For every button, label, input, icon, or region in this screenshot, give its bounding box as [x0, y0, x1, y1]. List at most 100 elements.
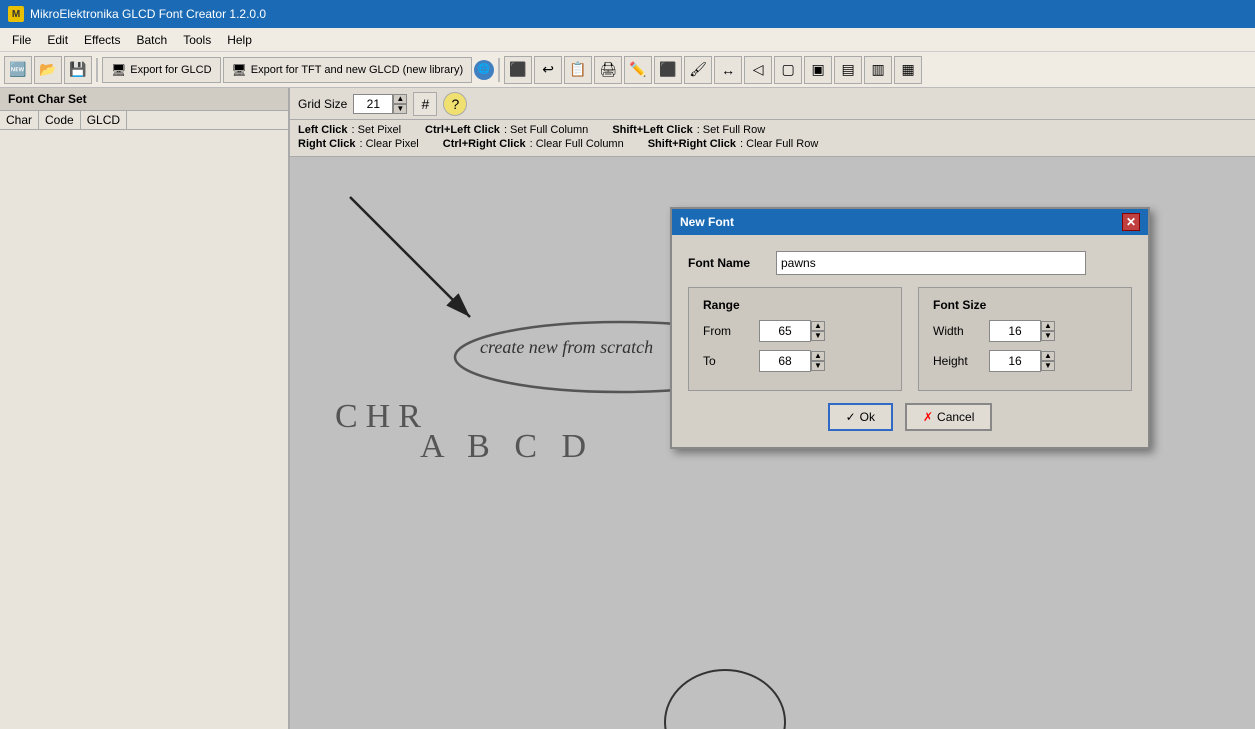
dialog-buttons: ✓ Ok ✗ Cancel	[688, 403, 1132, 431]
tb-icon-2[interactable]: ↩	[534, 56, 562, 84]
toolbar-separator-1	[96, 58, 98, 82]
width-down[interactable]: ▼	[1041, 331, 1055, 341]
hint-row-1: Left Click : Set Pixel Ctrl+Left Click :…	[298, 124, 1247, 136]
hint-shift-right: Shift+Right Click : Clear Full Row	[648, 138, 819, 150]
from-label: From	[703, 324, 753, 338]
to-row: To 68 ▲ ▼	[703, 350, 887, 372]
font-name-row: Font Name pawns	[688, 251, 1132, 275]
new-button[interactable]: 🆕	[4, 56, 32, 84]
tb-icon-3[interactable]: 📋	[564, 56, 592, 84]
to-spinner[interactable]: 68 ▲ ▼	[759, 350, 825, 372]
menu-tools[interactable]: Tools	[175, 31, 219, 49]
from-spinner[interactable]: 65 ▲ ▼	[759, 320, 825, 342]
canvas-area[interactable]: CHR A B C D create new from scratch New …	[290, 157, 1255, 729]
to-down[interactable]: ▼	[811, 361, 825, 371]
from-down[interactable]: ▼	[811, 331, 825, 341]
cancel-button[interactable]: ✗ Cancel	[905, 403, 992, 431]
app-title: MikroElektronika GLCD Font Creator 1.2.0…	[30, 7, 266, 21]
height-down[interactable]: ▼	[1041, 361, 1055, 371]
grid-size-up[interactable]: ▲	[393, 94, 407, 104]
from-row: From 65 ▲ ▼	[703, 320, 887, 342]
tb-icon-9[interactable]: ◁	[744, 56, 772, 84]
title-bar: M MikroElektronika GLCD Font Creator 1.2…	[0, 0, 1255, 28]
tb-icon-10[interactable]: ▢	[774, 56, 802, 84]
tb-icon-8[interactable]: ↔	[714, 56, 742, 84]
export-tft-button[interactable]: 🖥 Export for TFT and new GLCD (new libra…	[223, 57, 473, 83]
grid-size-spinner[interactable]: ▲ ▼	[353, 94, 407, 114]
hint-ctrl-right: Ctrl+Right Click : Clear Full Column	[443, 138, 624, 150]
dialog-close-button[interactable]: ✕	[1122, 213, 1140, 231]
grid-size-down[interactable]: ▼	[393, 104, 407, 114]
tb-icon-11[interactable]: ▣	[804, 56, 832, 84]
font-name-input[interactable]: pawns	[776, 251, 1086, 275]
left-panel-title: Font Char Set	[8, 92, 87, 106]
col-glcd[interactable]: GLCD	[81, 111, 127, 129]
menu-batch[interactable]: Batch	[129, 31, 176, 49]
app-icon: M	[8, 6, 24, 22]
web-button[interactable]: 🌐	[474, 60, 494, 80]
tb-icon-14[interactable]: ▦	[894, 56, 922, 84]
grid-size-label: Grid Size	[298, 97, 347, 111]
svg-text:CHR: CHR	[335, 398, 429, 435]
export-glcd-button[interactable]: 🖥 Export for GLCD	[102, 57, 221, 83]
annotation-text: create new from scratch	[480, 337, 653, 358]
open-button[interactable]: 📂	[34, 56, 62, 84]
cancel-x: ✗	[923, 410, 933, 424]
cancel-label: Cancel	[937, 410, 974, 424]
hint-shift-right-key: Shift+Right Click	[648, 138, 736, 150]
left-panel-header: Font Char Set	[0, 88, 288, 111]
menu-help[interactable]: Help	[219, 31, 260, 49]
tb-icon-4[interactable]: 🖨	[594, 56, 622, 84]
tb-icon-5[interactable]: ✏️	[624, 56, 652, 84]
hint-left-click: Left Click : Set Pixel	[298, 124, 401, 136]
hint-shift-left-key: Shift+Left Click	[612, 124, 692, 136]
width-spinner[interactable]: 16 ▲ ▼	[989, 320, 1055, 342]
left-panel: Font Char Set Char Code GLCD	[0, 88, 290, 729]
to-label: To	[703, 354, 753, 368]
hint-left-click-key: Left Click	[298, 124, 348, 136]
col-char[interactable]: Char	[0, 111, 39, 129]
tb-icon-13[interactable]: ▥	[864, 56, 892, 84]
hint-bar: Left Click : Set Pixel Ctrl+Left Click :…	[290, 120, 1255, 157]
menu-effects[interactable]: Effects	[76, 31, 128, 49]
dialog-overlay: New Font ✕ Font Name pawns Range	[290, 157, 1255, 729]
height-spinner[interactable]: 16 ▲ ▼	[989, 350, 1055, 372]
new-font-dialog: New Font ✕ Font Name pawns Range	[670, 207, 1150, 449]
height-input[interactable]: 16	[989, 350, 1041, 372]
font-name-label: Font Name	[688, 256, 768, 270]
font-size-title: Font Size	[933, 298, 1117, 312]
tb-icon-12[interactable]: ▤	[834, 56, 862, 84]
height-up[interactable]: ▲	[1041, 351, 1055, 361]
tb-icon-1[interactable]: ⬛	[504, 56, 532, 84]
font-size-section: Font Size Width 16 ▲ ▼	[918, 287, 1132, 391]
width-up[interactable]: ▲	[1041, 321, 1055, 331]
range-section: Range From 65 ▲ ▼	[688, 287, 902, 391]
hint-row-2: Right Click : Clear Pixel Ctrl+Right Cli…	[298, 138, 1247, 150]
right-panel: Grid Size ▲ ▼ # ? Left Click : Set Pixel…	[290, 88, 1255, 729]
hint-ctrl-left-key: Ctrl+Left Click	[425, 124, 500, 136]
menu-edit[interactable]: Edit	[39, 31, 76, 49]
menu-file[interactable]: File	[4, 31, 39, 49]
hash-button[interactable]: #	[413, 92, 437, 116]
save-button[interactable]: 💾	[64, 56, 92, 84]
grid-size-input[interactable]	[353, 94, 393, 114]
hint-ctrl-right-key: Ctrl+Right Click	[443, 138, 526, 150]
hint-ctrl-left-val: : Set Full Column	[504, 124, 588, 136]
hint-left-click-val: : Set Pixel	[352, 124, 402, 136]
ok-button[interactable]: ✓ Ok	[828, 403, 893, 431]
width-row: Width 16 ▲ ▼	[933, 320, 1117, 342]
to-up[interactable]: ▲	[811, 351, 825, 361]
height-label: Height	[933, 354, 983, 368]
col-code[interactable]: Code	[39, 111, 81, 129]
tb-icon-7[interactable]: 🖌	[684, 56, 712, 84]
tb-icon-6[interactable]: ⬛	[654, 56, 682, 84]
hint-ctrl-right-val: : Clear Full Column	[530, 138, 624, 150]
from-up[interactable]: ▲	[811, 321, 825, 331]
column-headers: Char Code GLCD	[0, 111, 288, 130]
range-title: Range	[703, 298, 887, 312]
from-input[interactable]: 65	[759, 320, 811, 342]
to-input[interactable]: 68	[759, 350, 811, 372]
help-button[interactable]: ?	[443, 92, 467, 116]
width-input[interactable]: 16	[989, 320, 1041, 342]
dialog-title-bar[interactable]: New Font ✕	[672, 209, 1148, 235]
